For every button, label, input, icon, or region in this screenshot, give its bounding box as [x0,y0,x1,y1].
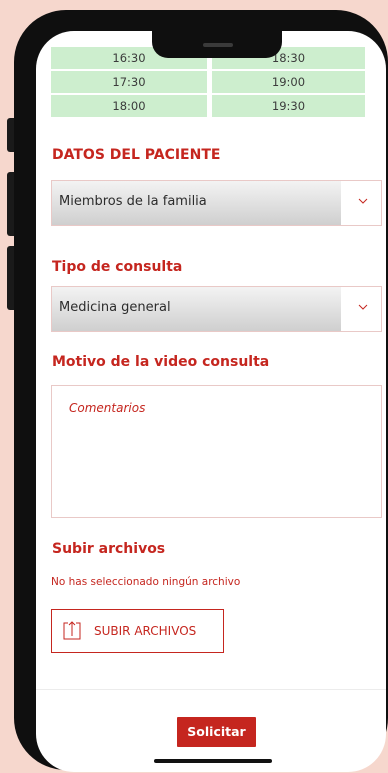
time-slot[interactable]: 19:30 [212,95,365,117]
patient-data-title: DATOS DEL PACIENTE [52,147,221,163]
phone-volume-up [7,172,14,236]
upload-files-label: SUBIR ARCHIVOS [94,624,197,638]
chevron-down-icon[interactable] [358,196,368,206]
appointment-form: 16:30 17:30 18:00 18:30 19:00 19:30 DATO… [36,31,386,772]
consult-type-select-value: Medicina general [59,300,171,315]
upload-status-text: No has seleccionado ningún archivo [51,576,241,588]
patient-select[interactable]: Miembros de la familia [51,180,382,226]
footer-divider [36,689,386,690]
patient-select-face: Miembros de la familia [52,181,341,225]
chevron-down-icon[interactable] [358,302,368,312]
time-slot[interactable]: 19:00 [212,71,365,93]
consult-type-select[interactable]: Medicina general [51,286,382,332]
phone-mute-switch [7,118,14,152]
phone-speaker [203,43,233,47]
comments-placeholder: Comentarios [69,401,146,415]
time-slot[interactable]: 17:30 [51,71,207,93]
phone-notch [152,31,282,58]
upload-icon [63,621,81,640]
upload-files-button[interactable]: SUBIR ARCHIVOS [51,609,224,653]
phone-volume-down [7,246,14,310]
submit-button[interactable]: Solicitar [177,717,256,747]
patient-select-value: Miembros de la familia [59,194,207,209]
reason-title: Motivo de la video consulta [52,354,270,370]
phone-screen: 16:30 17:30 18:00 18:30 19:00 19:30 DATO… [36,31,386,772]
time-slot[interactable]: 18:00 [51,95,207,117]
home-indicator [154,759,272,763]
consult-type-select-face: Medicina general [52,287,341,331]
consult-type-title: Tipo de consulta [52,259,183,275]
comments-textarea[interactable]: Comentarios [51,385,382,518]
upload-files-title: Subir archivos [52,541,166,557]
phone-frame: 16:30 17:30 18:00 18:30 19:00 19:30 DATO… [7,10,388,772]
